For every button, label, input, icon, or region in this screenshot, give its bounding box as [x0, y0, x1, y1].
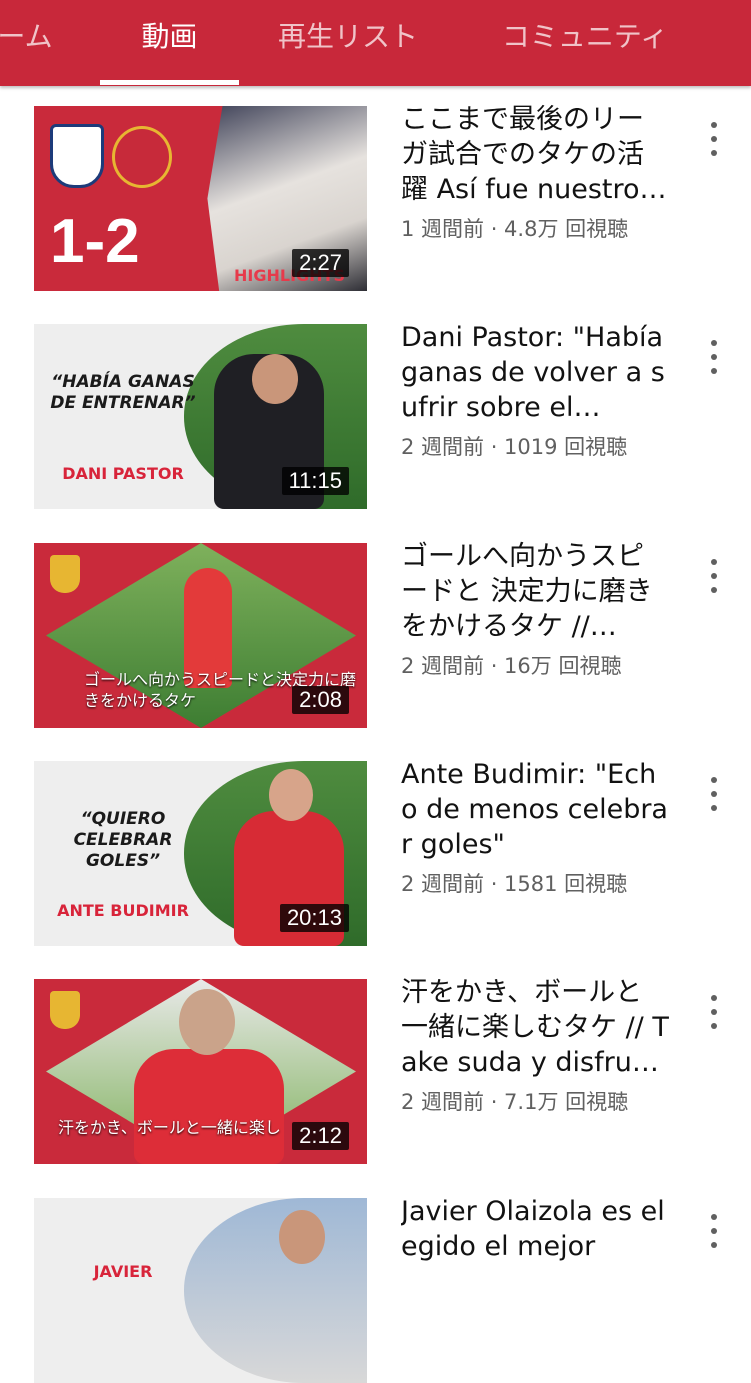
video-thumbnail[interactable]: JAVIER [34, 1198, 367, 1383]
video-item[interactable]: 1-2 HIGHLIGHTS 2:27 ここまで最後のリーガ試合でのタケの活躍 … [0, 86, 751, 291]
video-title[interactable]: Javier Olaizola es elegido el mejor [401, 1194, 669, 1264]
video-item[interactable]: “HABÍA GANAS DE ENTRENAR” DANI PASTOR 11… [0, 304, 751, 509]
video-meta: 2 週間前 · 16万 回視聴 [401, 654, 622, 678]
video-meta: 2 週間前 · 7.1万 回視聴 [401, 1090, 629, 1114]
more-options-icon[interactable] [702, 557, 726, 597]
video-thumbnail[interactable]: 汗をかき、ボールと一緒に楽し 2:12 [34, 979, 367, 1164]
video-duration: 20:13 [279, 904, 349, 932]
mallorca-crest-icon [112, 126, 172, 188]
video-meta: 2 週間前 · 1581 回視聴 [401, 872, 628, 896]
video-duration: 2:08 [292, 686, 349, 714]
video-thumbnail[interactable]: “QUIERO CELEBRAR GOLES” ANTE BUDIMIR 20:… [34, 761, 367, 946]
video-title[interactable]: ゴールへ向かうスピードと 決定力に磨きをかけるタケ //… [401, 539, 669, 644]
more-options-icon[interactable] [702, 338, 726, 378]
eibar-crest-icon [50, 124, 104, 188]
video-duration: 2:27 [292, 249, 349, 277]
tab-videos[interactable]: 動画 [100, 0, 239, 86]
thumbnail-quote: “QUIERO CELEBRAR GOLES” [73, 809, 173, 871]
video-item[interactable]: 汗をかき、ボールと一緒に楽し 2:12 汗をかき、ボールと一緒に楽しむタケ //… [0, 959, 751, 1164]
tab-home[interactable]: ーム [0, 0, 70, 86]
video-thumbnail[interactable]: 1-2 HIGHLIGHTS 2:27 [34, 106, 367, 291]
video-thumbnail[interactable]: ゴールへ向かうスピードと決定力に磨きをかけるタケ 2:08 [34, 543, 367, 728]
more-options-icon[interactable] [702, 120, 726, 160]
tab-community[interactable]: コミュニティ [490, 0, 680, 86]
mallorca-crest-icon [50, 555, 80, 593]
player-face [179, 989, 235, 1055]
thumbnail-quote: “HABÍA GANAS DE ENTRENAR” [50, 372, 196, 413]
video-meta: 1 週間前 · 4.8万 回視聴 [401, 217, 629, 241]
thumbnail-name: DANI PASTOR [62, 464, 184, 483]
video-meta: 2 週間前 · 1019 回視聴 [401, 435, 628, 459]
video-title[interactable]: Ante Budimir: "Echo de menos celebrar go… [401, 757, 669, 862]
thumbnail-name: ANTE BUDIMIR [57, 901, 189, 920]
player-face [252, 354, 298, 404]
player-face [269, 769, 313, 821]
video-thumbnail[interactable]: “HABÍA GANAS DE ENTRENAR” DANI PASTOR 11… [34, 324, 367, 509]
video-title[interactable]: ここまで最後のリーガ試合でのタケの活躍 Así fue nuestro… [401, 102, 669, 207]
video-title[interactable]: 汗をかき、ボールと一緒に楽しむタケ // Take suda y disfrut… [401, 975, 669, 1080]
more-options-icon[interactable] [702, 1212, 726, 1252]
thumbnail-name: JAVIER [93, 1262, 153, 1281]
video-duration: 2:12 [292, 1122, 349, 1150]
video-item[interactable]: JAVIER Javier Olaizola es elegido el mej… [0, 1178, 751, 1383]
video-title[interactable]: Dani Pastor: "Había ganas de volver a su… [401, 320, 669, 425]
player-figure [134, 1049, 284, 1164]
active-tab-indicator [100, 80, 239, 85]
more-options-icon[interactable] [702, 775, 726, 815]
match-score: 1-2 [50, 207, 140, 276]
player-face [279, 1210, 325, 1264]
mallorca-crest-icon [50, 991, 80, 1029]
more-options-icon[interactable] [702, 993, 726, 1033]
video-duration: 11:15 [281, 467, 349, 495]
channel-tab-bar: ーム 動画 再生リスト コミュニティ [0, 0, 751, 86]
video-item[interactable]: “QUIERO CELEBRAR GOLES” ANTE BUDIMIR 20:… [0, 741, 751, 946]
video-item[interactable]: ゴールへ向かうスピードと決定力に磨きをかけるタケ 2:08 ゴールへ向かうスピー… [0, 523, 751, 728]
tab-playlists[interactable]: 再生リスト [268, 0, 428, 86]
